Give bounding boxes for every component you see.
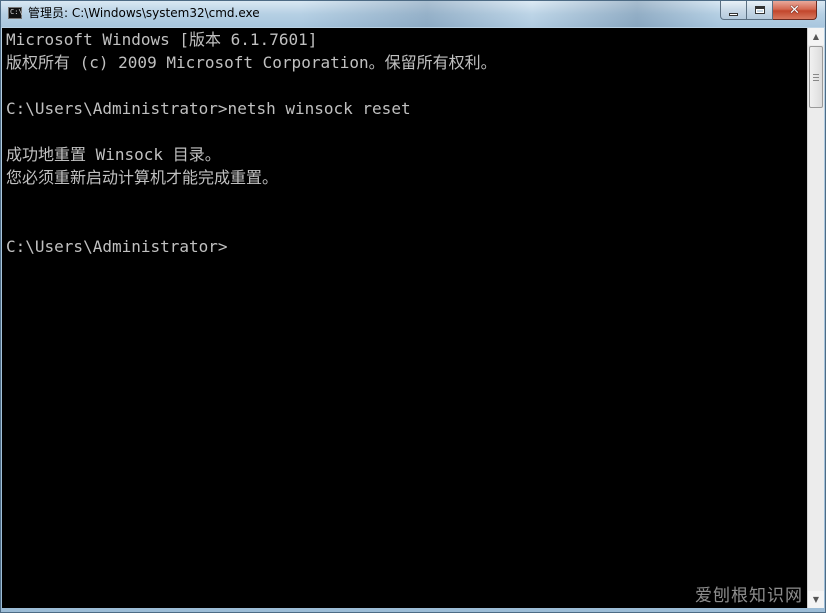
scroll-down-arrow-icon: ▼: [812, 595, 820, 604]
console-prompt: C:\Users\Administrator>: [6, 237, 228, 256]
close-button[interactable]: ✕: [773, 1, 817, 20]
minimize-icon: [729, 12, 738, 16]
caption-buttons: ✕: [720, 1, 817, 21]
scroll-up-button[interactable]: ▲: [808, 28, 824, 45]
cmd-icon[interactable]: C:\: [8, 7, 23, 19]
thumb-grip-line: [813, 74, 819, 75]
scroll-up-arrow-icon: ▲: [812, 32, 820, 41]
close-icon: ✕: [789, 2, 800, 18]
vertical-scrollbar[interactable]: ▲ ▼: [807, 28, 824, 608]
console-line: 版权所有 (c) 2009 Microsoft Corporation。保留所有…: [6, 53, 497, 72]
console-line: 您必须重新启动计算机才能完成重置。: [6, 168, 279, 187]
thumb-grip-line: [813, 77, 819, 78]
cmd-window: C:\ 管理员: C:\Windows\system32\cmd.exe ✕ M…: [0, 0, 826, 613]
maximize-button[interactable]: [747, 1, 773, 20]
console-line: C:\Users\Administrator>netsh winsock res…: [6, 99, 411, 118]
console-line: Microsoft Windows [版本 6.1.7601]: [6, 30, 318, 49]
scrollbar-thumb[interactable]: [809, 46, 823, 108]
maximize-icon: [754, 6, 765, 14]
watermark: 爱刨根知识网: [695, 586, 803, 606]
window-title: 管理员: C:\Windows\system32\cmd.exe: [28, 6, 260, 20]
console-line: 成功地重置 Winsock 目录。: [6, 145, 221, 164]
minimize-button[interactable]: [720, 1, 747, 20]
scroll-down-button[interactable]: ▼: [808, 591, 824, 608]
title-bar-decoration: [301, 1, 721, 27]
console-output[interactable]: Microsoft Windows [版本 6.1.7601] 版权所有 (c)…: [2, 28, 807, 608]
thumb-grip-line: [813, 80, 819, 81]
cmd-icon-text: C:\: [10, 8, 23, 16]
title-bar[interactable]: C:\ 管理员: C:\Windows\system32\cmd.exe ✕: [1, 1, 825, 27]
